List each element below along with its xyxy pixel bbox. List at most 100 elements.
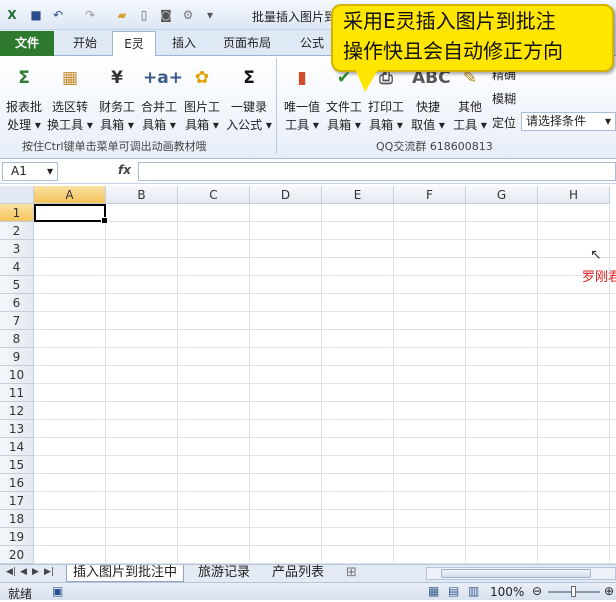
row-header-9[interactable]: 9 bbox=[0, 348, 34, 366]
grid-line bbox=[34, 455, 616, 456]
button-label-line2: 工具 ▾ bbox=[453, 118, 487, 132]
chevron-down-icon: ▾ bbox=[46, 164, 53, 178]
yen-icon: ¥ bbox=[111, 68, 123, 88]
tab-file[interactable]: 文件 bbox=[0, 31, 54, 56]
first-sheet-icon[interactable]: ◀| bbox=[6, 567, 16, 577]
zoom-in-icon[interactable]: ⊕ bbox=[604, 584, 614, 598]
grid-line bbox=[34, 239, 616, 240]
function-icon[interactable]: fx bbox=[118, 163, 131, 177]
status-ready: 就绪 bbox=[8, 587, 33, 601]
column-header-A[interactable]: A bbox=[34, 186, 106, 204]
row-header-8[interactable]: 8 bbox=[0, 330, 34, 348]
settings-icon[interactable]: ⚙ bbox=[180, 7, 196, 23]
status-bar: 就绪 ▣ ▦ ▤ ▥ 100% ⊖ ⊕ bbox=[0, 582, 616, 601]
callout-line-1: 采用E灵插入图片到批注 bbox=[343, 9, 556, 33]
column-header-B[interactable]: B bbox=[106, 186, 178, 204]
grid-line bbox=[34, 509, 616, 510]
new-document-icon[interactable]: ▯ bbox=[136, 7, 152, 23]
row-header-18[interactable]: 18 bbox=[0, 510, 34, 528]
sheet-tab-travel[interactable]: 旅游记录 bbox=[192, 565, 256, 582]
sheet-tab-bar: ◀| ◀ ▶ ▶| 插入图片到批注中 旅游记录 产品列表 ⊞ bbox=[0, 564, 616, 582]
sheet-tab-products[interactable]: 产品列表 bbox=[266, 565, 330, 582]
ribbon-button-merge[interactable]: +a+ 合并工 具箱 ▾ bbox=[137, 58, 183, 134]
name-box[interactable]: A1 ▾ bbox=[2, 162, 58, 181]
zoom-slider-knob[interactable] bbox=[571, 586, 576, 597]
column-header-F[interactable]: F bbox=[394, 186, 466, 204]
ribbon-button-sigma[interactable]: Σ 一键录 入公式 ▾ bbox=[226, 58, 272, 134]
tab-insert[interactable]: 插入 bbox=[162, 31, 206, 56]
macro-record-icon[interactable]: ▣ bbox=[52, 584, 63, 598]
button-label-line1: 打印工 bbox=[367, 100, 404, 114]
save-icon[interactable]: ■ bbox=[28, 7, 44, 23]
button-label-line2: 换工具 ▾ bbox=[47, 118, 93, 132]
row-header-10[interactable]: 10 bbox=[0, 366, 34, 384]
column-header-H[interactable]: H bbox=[538, 186, 610, 204]
fuzzy-match-button[interactable]: 模糊 bbox=[492, 90, 516, 107]
row-header-15[interactable]: 15 bbox=[0, 456, 34, 474]
tab-eling[interactable]: E灵 bbox=[112, 31, 156, 56]
condition-dropdown[interactable]: 请选择条件 ▾ bbox=[521, 112, 616, 131]
zoom-level[interactable]: 100% bbox=[490, 585, 524, 599]
column-header-G[interactable]: G bbox=[466, 186, 538, 204]
row-header-14[interactable]: 14 bbox=[0, 438, 34, 456]
grid-line bbox=[34, 401, 616, 402]
row-header-5[interactable]: 5 bbox=[0, 276, 34, 294]
customize-toolbar-icon[interactable]: ▾ bbox=[202, 7, 218, 23]
name-box-value: A1 bbox=[11, 164, 27, 178]
row-header-19[interactable]: 19 bbox=[0, 528, 34, 546]
row-header-3[interactable]: 3 bbox=[0, 240, 34, 258]
row-header-4[interactable]: 4 bbox=[0, 258, 34, 276]
button-label-line2: 工具 ▾ bbox=[285, 118, 319, 132]
row-header-11[interactable]: 11 bbox=[0, 384, 34, 402]
button-label-line2: 具箱 ▾ bbox=[369, 118, 403, 132]
column-header-D[interactable]: D bbox=[250, 186, 322, 204]
button-label-line2: 具箱 ▾ bbox=[100, 118, 134, 132]
page-layout-view-icon[interactable]: ▤ bbox=[448, 584, 459, 598]
row-header-13[interactable]: 13 bbox=[0, 420, 34, 438]
grid-line bbox=[393, 204, 394, 564]
row-header-6[interactable]: 6 bbox=[0, 294, 34, 312]
row-header-20[interactable]: 20 bbox=[0, 546, 34, 564]
open-folder-icon[interactable]: ▰ bbox=[114, 7, 130, 23]
row-header-7[interactable]: 7 bbox=[0, 312, 34, 330]
print-preview-icon[interactable]: ◙ bbox=[158, 7, 174, 23]
tab-page-layout[interactable]: 页面布局 bbox=[214, 31, 280, 56]
button-label-line2: 具箱 ▾ bbox=[185, 118, 219, 132]
row-header-16[interactable]: 16 bbox=[0, 474, 34, 492]
ribbon-button-table[interactable]: ▦ 选区转 换工具 ▾ bbox=[47, 58, 93, 134]
button-label-line1: 合并工 bbox=[140, 100, 177, 114]
row-header-1[interactable]: 1 bbox=[0, 204, 34, 222]
condition-dropdown-value: 请选择条件 bbox=[526, 114, 587, 128]
row-header-12[interactable]: 12 bbox=[0, 402, 34, 420]
tab-home[interactable]: 开始 bbox=[60, 31, 110, 56]
new-sheet-icon[interactable]: ⊞ bbox=[340, 565, 363, 582]
scroll-thumb[interactable] bbox=[441, 569, 591, 578]
undo-icon[interactable]: ↶ bbox=[50, 7, 66, 23]
sheet-tab-insert-images[interactable]: 插入图片到批注中 bbox=[66, 565, 185, 582]
prev-sheet-icon[interactable]: ◀ bbox=[20, 567, 27, 577]
grid-line bbox=[34, 437, 616, 438]
ribbon-button-report[interactable]: Σ 报表批 处理 ▾ bbox=[2, 58, 46, 134]
ribbon-button-yen[interactable]: ¥ 财务工 具箱 ▾ bbox=[95, 58, 139, 134]
next-sheet-icon[interactable]: ▶ bbox=[32, 567, 39, 577]
horizontal-scrollbar[interactable] bbox=[426, 567, 616, 580]
last-sheet-icon[interactable]: ▶| bbox=[44, 567, 54, 577]
redo-icon[interactable]: ↷ bbox=[82, 7, 98, 23]
tab-formulas[interactable]: 公式 bbox=[290, 31, 334, 56]
ribbon-button-bar-chart[interactable]: ▮ 唯一值 工具 ▾ bbox=[280, 58, 324, 134]
button-label-line2: 具箱 ▾ bbox=[142, 118, 176, 132]
zoom-out-icon[interactable]: ⊖ bbox=[532, 584, 542, 598]
ribbon-button-sunflower[interactable]: ✿ 图片工 具箱 ▾ bbox=[180, 58, 224, 134]
row-header-17[interactable]: 17 bbox=[0, 492, 34, 510]
column-header-C[interactable]: C bbox=[178, 186, 250, 204]
locate-button[interactable]: 定位 bbox=[492, 114, 516, 131]
grid-line bbox=[34, 365, 616, 366]
column-header-E[interactable]: E bbox=[322, 186, 394, 204]
active-cell-A1[interactable] bbox=[34, 204, 108, 224]
worksheet-grid[interactable]: A B C D E F G H 1 2 3 4 5 6 7 8 9 10 11 12 13 14 15 16 17 18 19 20 bbox=[0, 186, 616, 564]
page-break-view-icon[interactable]: ▥ bbox=[468, 584, 479, 598]
formula-input[interactable] bbox=[138, 162, 616, 181]
select-all-corner[interactable] bbox=[0, 186, 34, 204]
normal-view-icon[interactable]: ▦ bbox=[428, 584, 439, 598]
row-header-2[interactable]: 2 bbox=[0, 222, 34, 240]
